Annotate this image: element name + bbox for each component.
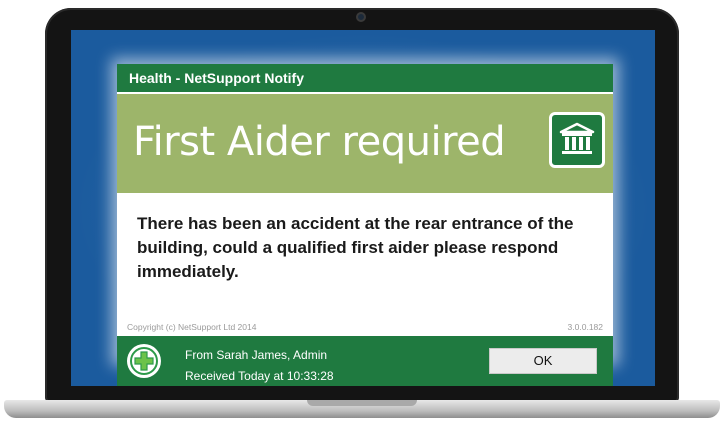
laptop-screen: Health - NetSupport Notify First Aider r… (71, 30, 655, 386)
ok-button[interactable]: OK (489, 348, 597, 374)
version-text: 3.0.0.182 (567, 322, 603, 332)
laptop-base (4, 400, 720, 418)
alert-message: There has been an accident at the rear e… (137, 214, 574, 281)
copyright-text: Copyright (c) NetSupport Ltd 2014 (127, 322, 257, 332)
sender-from: From Sarah James, Admin (185, 348, 328, 362)
alert-heading: First Aider required (133, 119, 506, 165)
heading-band: First Aider required (117, 94, 613, 193)
laptop-base-notch (307, 400, 417, 406)
webcam-icon (356, 12, 366, 22)
building-icon (549, 112, 605, 168)
first-aid-cross-icon (127, 344, 161, 378)
received-time: Received Today at 10:33:28 (185, 369, 334, 383)
dialog-title-bar[interactable]: Health - NetSupport Notify (117, 64, 613, 92)
sender-info: From Sarah James, Admin Received Today a… (185, 345, 334, 386)
dialog-footer: From Sarah James, Admin Received Today a… (117, 336, 613, 386)
notification-dialog: Health - NetSupport Notify First Aider r… (117, 64, 613, 386)
laptop-lid: Health - NetSupport Notify First Aider r… (45, 8, 679, 403)
